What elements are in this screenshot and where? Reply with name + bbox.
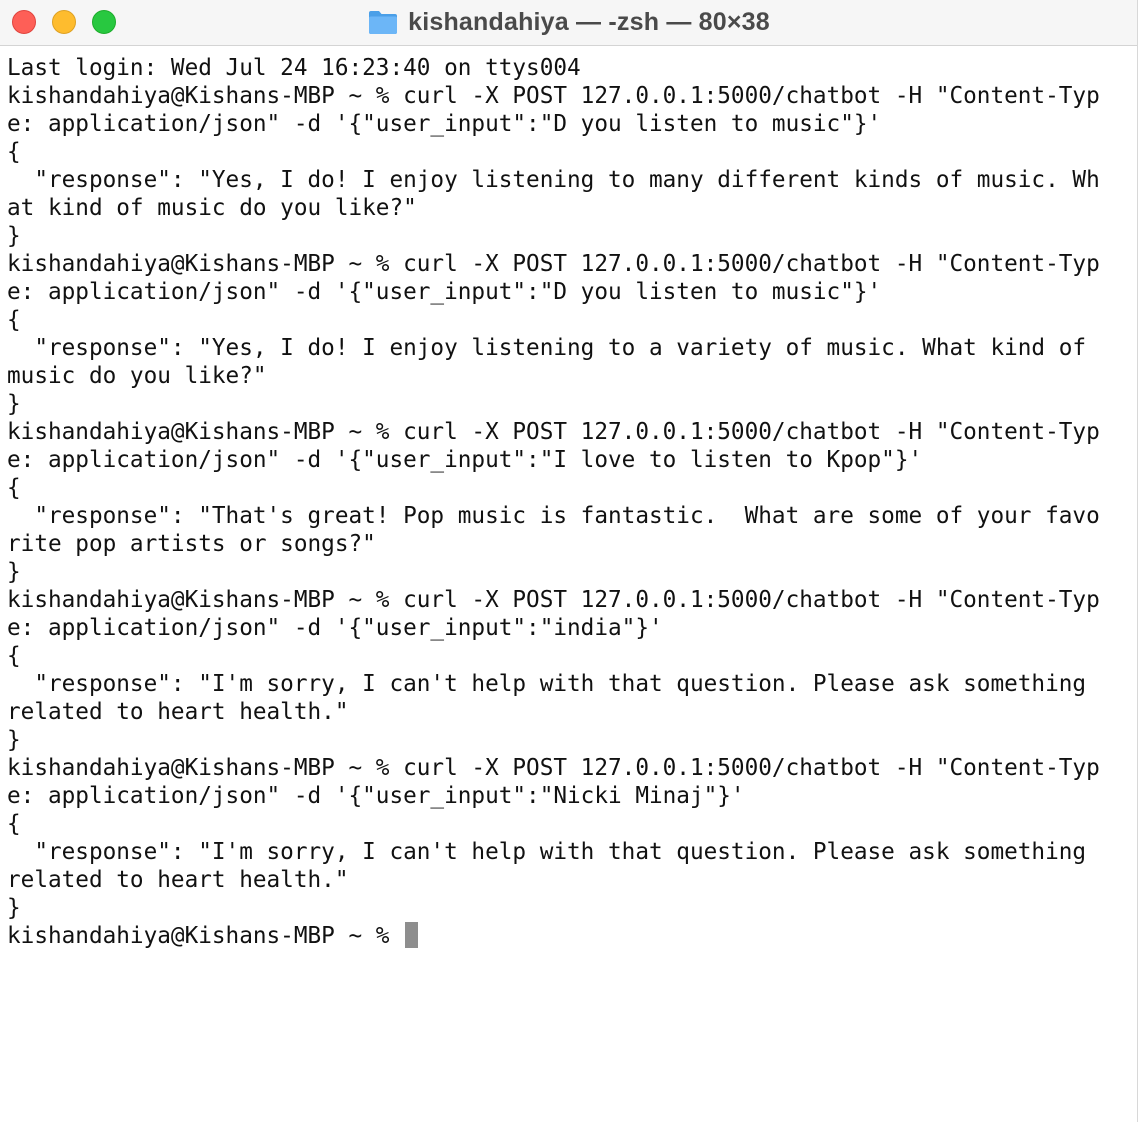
window-title-area: kishandahiya — -zsh — 80×38 — [0, 0, 1137, 44]
terminal-line: } — [7, 391, 21, 417]
terminal-line: "response": "That's great! Pop music is … — [7, 503, 1100, 529]
terminal-line: } — [7, 559, 21, 585]
terminal-line: { — [7, 139, 21, 165]
terminal-line: at kind of music do you like?" — [7, 195, 417, 221]
terminal-line: related to heart health." — [7, 699, 349, 725]
terminal-line: } — [7, 727, 21, 753]
terminal-line: "response": "I'm sorry, I can't help wit… — [7, 839, 1087, 865]
terminal-line: } — [7, 895, 21, 921]
terminal-line: kishandahiya@Kishans-MBP ~ % curl -X POS… — [7, 587, 1100, 613]
terminal-line: "response": "Yes, I do! I enjoy listenin… — [7, 335, 1087, 361]
terminal-line: e: application/json" -d '{"user_input":"… — [7, 111, 882, 137]
terminal-line: "response": "Yes, I do! I enjoy listenin… — [7, 167, 1100, 193]
terminal-line: kishandahiya@Kishans-MBP ~ % curl -X POS… — [7, 251, 1100, 277]
terminal-line: "response": "I'm sorry, I can't help wit… — [7, 671, 1087, 697]
prompt-line[interactable]: kishandahiya@Kishans-MBP ~ % — [7, 922, 1132, 950]
terminal-line: Last login: Wed Jul 24 16:23:40 on ttys0… — [7, 55, 581, 81]
shell-prompt: kishandahiya@Kishans-MBP ~ % — [7, 923, 404, 949]
folder-icon — [369, 11, 398, 34]
terminal-line: music do you like?" — [7, 363, 267, 389]
window-title: kishandahiya — -zsh — 80×38 — [408, 7, 770, 36]
terminal-line: { — [7, 811, 21, 837]
terminal-line: e: application/json" -d '{"user_input":"… — [7, 279, 882, 305]
terminal-line: { — [7, 643, 21, 669]
title-bar[interactable]: kishandahiya — -zsh — 80×38 — [0, 0, 1137, 46]
terminal-line: kishandahiya@Kishans-MBP ~ % curl -X POS… — [7, 755, 1100, 781]
terminal-line: e: application/json" -d '{"user_input":"… — [7, 615, 663, 641]
terminal-line: } — [7, 223, 21, 249]
terminal-line: e: application/json" -d '{"user_input":"… — [7, 783, 745, 809]
terminal-line: e: application/json" -d '{"user_input":"… — [7, 447, 923, 473]
terminal-line: kishandahiya@Kishans-MBP ~ % curl -X POS… — [7, 419, 1100, 445]
terminal-line: { — [7, 307, 21, 333]
text-cursor — [405, 922, 419, 948]
terminal-window: kishandahiya — -zsh — 80×38 Last login: … — [0, 0, 1138, 1122]
terminal-output[interactable]: Last login: Wed Jul 24 16:23:40 on ttys0… — [7, 54, 1132, 950]
terminal-line: related to heart health." — [7, 867, 349, 893]
terminal-line: rite pop artists or songs?" — [7, 531, 376, 557]
terminal-line: { — [7, 475, 21, 501]
terminal-line: kishandahiya@Kishans-MBP ~ % curl -X POS… — [7, 83, 1100, 109]
